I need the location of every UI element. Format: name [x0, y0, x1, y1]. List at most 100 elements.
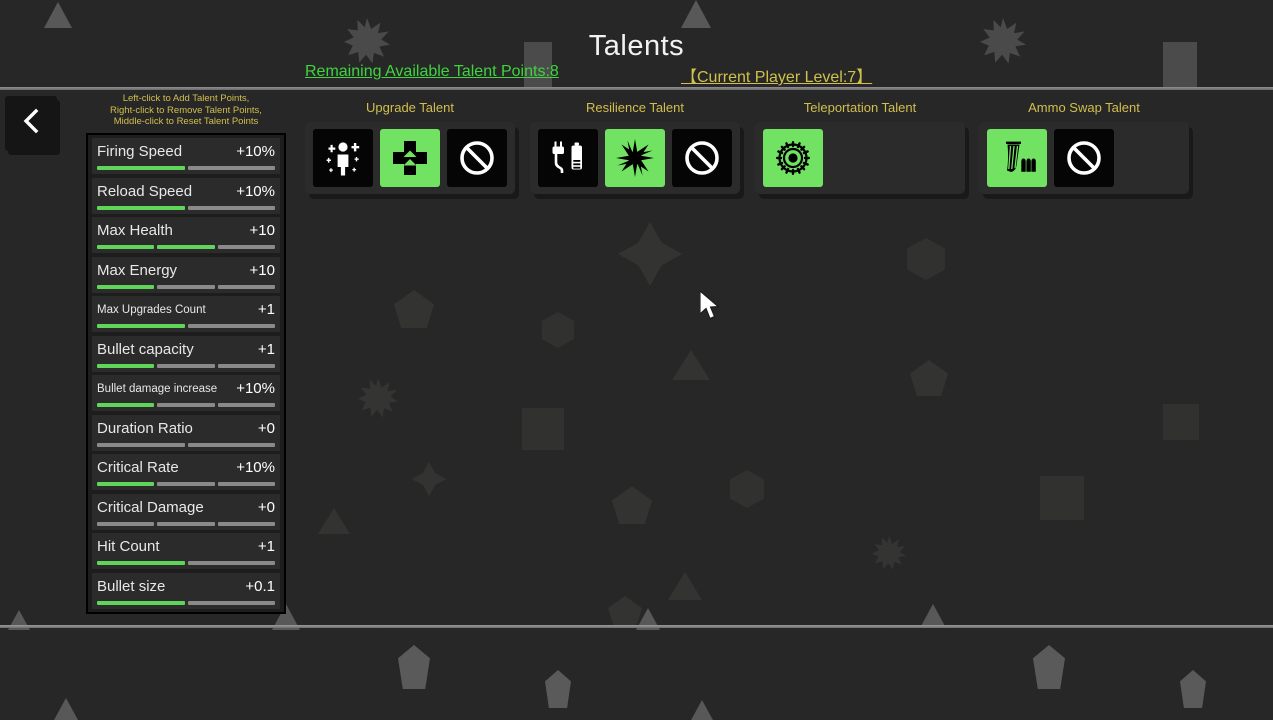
hint-line-3: Middle-click to Reset Talent Points [113, 116, 259, 127]
stat-row[interactable]: Max Health +10 [92, 217, 280, 254]
talent-slot[interactable] [538, 129, 598, 187]
stat-row[interactable]: Bullet size +0.1 [92, 572, 280, 609]
stat-bar-segment [97, 166, 185, 170]
stat-progress-bar [97, 521, 275, 526]
magazine-bullets-icon [997, 138, 1037, 178]
stat-bar-segment [217, 403, 275, 408]
footer-divider [0, 625, 1273, 628]
stat-progress-bar [97, 442, 275, 447]
stat-name: Bullet capacity [97, 340, 194, 358]
stat-name: Bullet damage increase [97, 382, 218, 395]
stat-bar-segment [157, 521, 215, 526]
stat-bar-segment [217, 482, 275, 487]
talent-slot-row [755, 122, 965, 194]
stat-row[interactable]: Duration Ratio +0 [92, 414, 280, 451]
hint-line-2: Right-click to Remove Talent Points, [110, 104, 262, 116]
stat-row[interactable]: Hit Count +1 [92, 533, 280, 570]
stat-bar-segment [97, 561, 185, 566]
stat-row[interactable]: Max Upgrades Count +1 [92, 296, 280, 333]
stat-bar-segment [97, 482, 155, 487]
talent-slot[interactable] [763, 129, 823, 187]
talent-category-title: Upgrade Talent [366, 100, 454, 115]
stat-bar-segment [217, 245, 275, 250]
talent-category-title: Teleportation Talent [803, 100, 917, 115]
stat-bar-segment [97, 363, 155, 368]
stat-name: Max Upgrades Count [97, 303, 206, 316]
stat-value: +0 [257, 498, 275, 516]
talent-slot[interactable] [1054, 129, 1114, 187]
stat-bar-segment [97, 284, 155, 289]
talent-slot [1121, 129, 1181, 187]
mouse-cursor [699, 289, 722, 321]
stat-value: +0 [257, 419, 275, 437]
stat-bar-segment [157, 284, 215, 289]
talent-category-title: Resilience Talent [585, 100, 685, 115]
person-sparkles-icon [323, 138, 363, 178]
talent-slot-row [305, 122, 515, 194]
stat-name: Max Energy [97, 261, 178, 279]
hint-line-1: Left-click to Add Talent Points, [122, 93, 250, 104]
talent-category: Teleportation Talent [755, 100, 965, 194]
stat-row[interactable]: Bullet capacity +1 [92, 335, 280, 372]
talent-slot[interactable] [605, 129, 665, 187]
player-level-label: 【Current Player Level:7】 [681, 69, 873, 86]
sunburst-icon [615, 138, 655, 178]
talent-slot [830, 129, 890, 187]
stat-row[interactable]: Max Energy +10 [92, 256, 280, 293]
stat-bar-segment [97, 521, 155, 526]
stat-name: Reload Speed [97, 182, 193, 200]
talent-slot[interactable] [672, 129, 732, 187]
stat-progress-bar [97, 482, 275, 487]
talents-screen: Talents Remaining Available Talent Point… [0, 0, 1273, 720]
plug-battery-icon [548, 138, 588, 178]
stat-name: Duration Ratio [97, 419, 193, 437]
talent-slot[interactable] [447, 129, 507, 187]
prohibition-icon [682, 138, 722, 178]
stat-progress-bar [97, 324, 275, 329]
back-button[interactable] [5, 96, 57, 151]
stat-name: Firing Speed [97, 143, 183, 160]
stat-value: +0.1 [245, 577, 275, 595]
stat-bar-segment [157, 403, 215, 408]
stat-value: +1 [257, 538, 275, 556]
stat-name: Max Health [97, 222, 173, 240]
stat-progress-bar [97, 561, 275, 566]
stat-bar-segment [187, 561, 275, 566]
stat-progress-bar [97, 284, 275, 289]
talent-slot [897, 129, 957, 187]
stat-row[interactable]: Critical Damage +0 [92, 493, 280, 530]
talent-category-title: Ammo Swap Talent [1028, 100, 1140, 115]
talent-category: Upgrade Talent [305, 100, 515, 194]
stat-bar-segment [97, 324, 185, 329]
stat-row[interactable]: Critical Rate +10% [92, 454, 280, 491]
stat-bar-segment [97, 205, 185, 210]
chevron-left-icon [21, 107, 41, 140]
stat-bar-segment [157, 482, 215, 487]
stat-row[interactable]: Firing Speed +10% [92, 138, 280, 174]
stat-bar-segment [187, 600, 275, 605]
stat-name: Critical Rate [97, 459, 179, 477]
stats-panel: Firing Speed +10% Reload Speed +10% Max … [86, 133, 286, 614]
talent-slot[interactable] [987, 129, 1047, 187]
talent-slot[interactable] [380, 129, 440, 187]
stat-value: +10% [236, 380, 275, 398]
stat-progress-bar [97, 166, 275, 170]
stat-value: +10 [249, 261, 275, 279]
header-divider [0, 87, 1273, 90]
stat-row[interactable]: Bullet damage increase +10% [92, 375, 280, 412]
stat-name: Bullet size [97, 577, 166, 595]
stat-value: +10% [236, 182, 275, 200]
stat-bar-segment [217, 363, 275, 368]
stat-bar-segment [217, 521, 275, 526]
talent-slot-row [530, 122, 740, 194]
stat-bar-segment [157, 245, 215, 250]
stat-value: +1 [257, 301, 275, 319]
talent-slot[interactable] [313, 129, 373, 187]
stat-value: +10 [249, 222, 275, 240]
stat-bar-segment [97, 245, 155, 250]
stat-bar-segment [187, 205, 275, 210]
remaining-points-label: Remaining Available Talent Points:8 [305, 63, 559, 80]
stat-value: +1 [257, 340, 275, 358]
stat-bar-segment [187, 166, 275, 170]
stat-row[interactable]: Reload Speed +10% [92, 177, 280, 214]
